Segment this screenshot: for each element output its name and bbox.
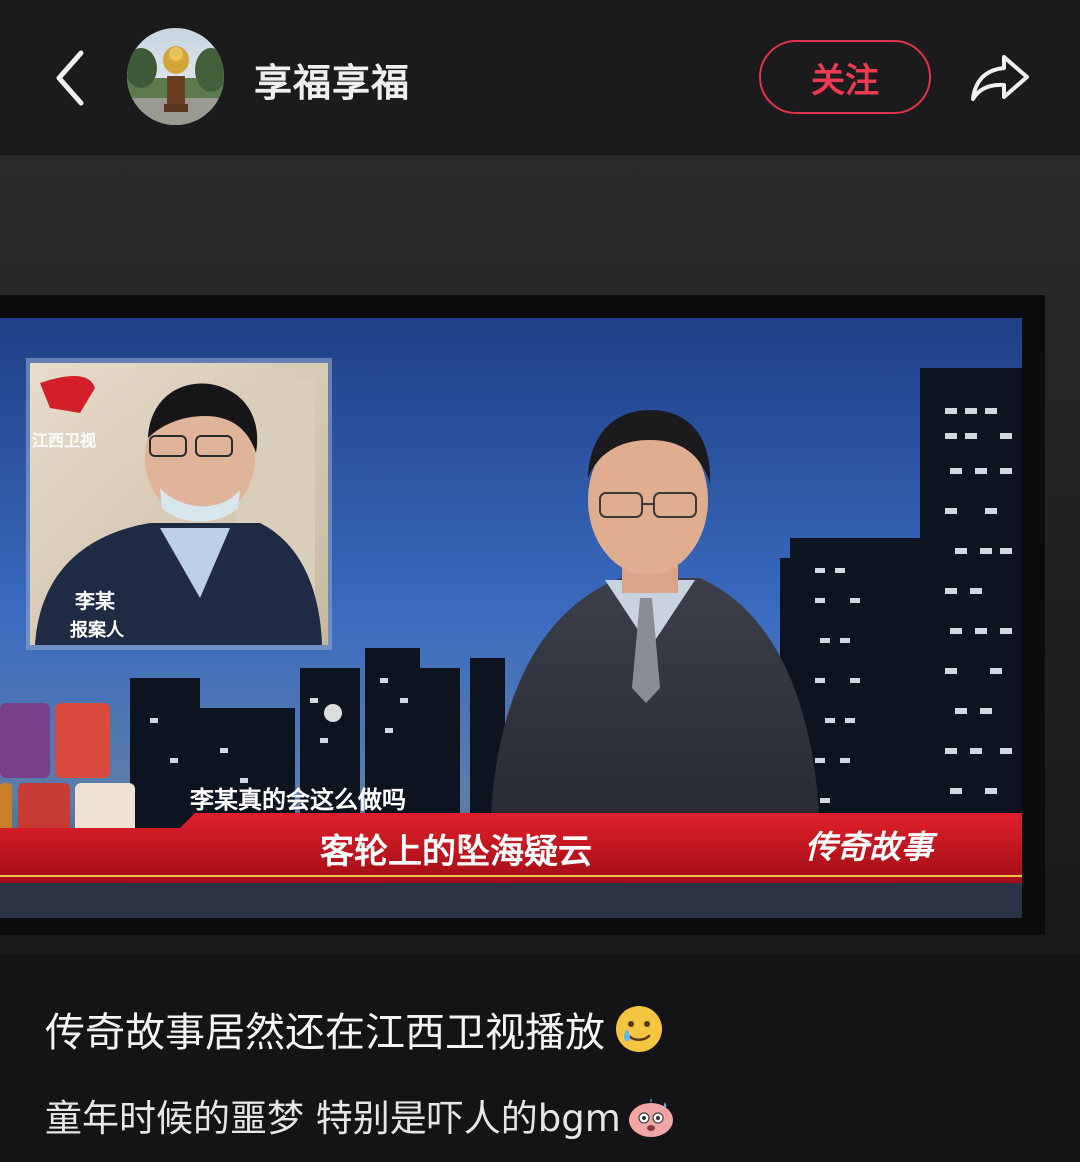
post-subtitle: 童年时候的噩梦 特别是吓人的bgm — [45, 1088, 677, 1142]
sweating-emoji-icon — [628, 1098, 673, 1137]
avatar-image — [127, 28, 224, 125]
username[interactable]: 享福享福 — [254, 52, 410, 107]
inset-name: 李某 — [74, 589, 116, 613]
follow-button[interactable]: 关注 — [759, 40, 931, 114]
smile-tear-emoji-icon — [616, 1006, 662, 1052]
tv-screen: 江西卫视 李某 报案人 李某真的会这么做吗 客轮上的坠海疑云 传奇故事 — [0, 318, 1022, 918]
share-button[interactable] — [962, 40, 1038, 116]
avatar[interactable] — [127, 28, 224, 125]
inset-role: 报案人 — [70, 619, 125, 641]
tv-program-name: 传奇故事 — [805, 828, 938, 866]
top-bar: 享福享福 关注 — [0, 0, 1080, 155]
tv-subtitle: 李某真的会这么做吗 — [190, 786, 406, 814]
post-title: 传奇故事居然还在江西卫视播放 — [45, 1000, 665, 1058]
share-icon — [971, 55, 1029, 101]
post-title-text: 传奇故事居然还在江西卫视播放 — [45, 1010, 605, 1056]
chevron-left-icon — [56, 50, 84, 106]
channel-logo-text: 江西卫视 — [32, 431, 96, 450]
post-subtitle-text: 童年时候的噩梦 特别是吓人的bgm — [45, 1097, 621, 1140]
tv-banner-title: 客轮上的坠海疑云 — [320, 832, 592, 872]
post-photo[interactable]: 江西卫视 李某 报案人 李某真的会这么做吗 客轮上的坠海疑云 传奇故事 — [0, 155, 1080, 955]
inset-frame: 江西卫视 李某 报案人 — [26, 358, 332, 650]
back-button[interactable] — [40, 40, 100, 116]
